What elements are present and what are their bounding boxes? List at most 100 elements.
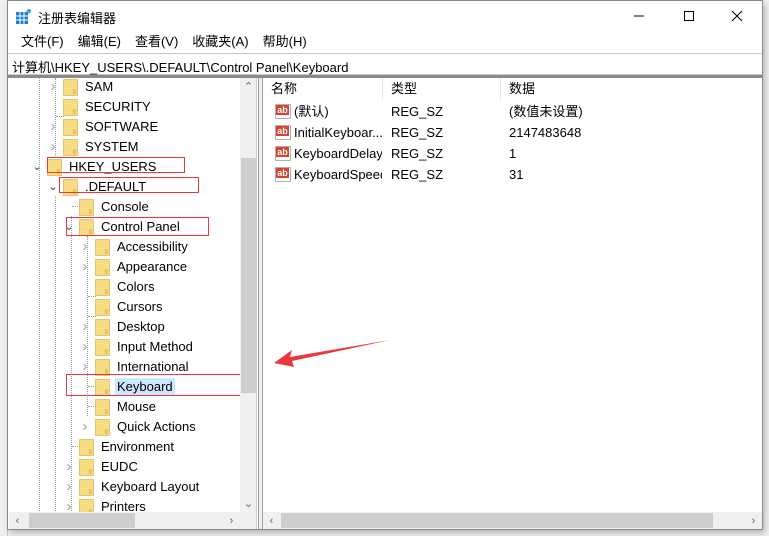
tree-item[interactable]: Console <box>63 196 151 216</box>
tree-item-label[interactable]: SAM <box>83 78 115 95</box>
tree-item[interactable]: Cursors <box>79 296 165 316</box>
tree-item-label[interactable]: Mouse <box>115 398 158 415</box>
maximize-button[interactable] <box>666 1 712 31</box>
tree-item-label[interactable]: Quick Actions <box>115 418 198 435</box>
value-row[interactable]: ab KeyboardSpeed REG_SZ 31 <box>263 164 762 185</box>
chevron-right-icon[interactable]: › <box>79 256 91 276</box>
tree-item[interactable]: › Accessibility <box>79 236 190 256</box>
chevron-right-icon[interactable]: › <box>47 78 59 96</box>
tree-item[interactable]: › EUDC <box>63 456 140 476</box>
tree-vertical-scrollbar[interactable]: ⌃ ⌄ <box>240 78 256 512</box>
chevron-right-icon[interactable]: › <box>79 236 91 256</box>
tree-item-label[interactable]: SOFTWARE <box>83 118 160 135</box>
tree-item-label[interactable]: SECURITY <box>83 98 153 115</box>
registry-values-list[interactable]: 名称 类型 数据 ab (默认) REG_SZ (数值未设置) ab InitialKey… <box>263 78 762 529</box>
tree-item-label[interactable]: Accessibility <box>115 238 190 255</box>
menu-favorites[interactable]: 收藏夹(A) <box>185 32 255 52</box>
value-row[interactable]: ab InitialKeyboar... REG_SZ 2147483648 <box>263 122 762 143</box>
tree-item-label[interactable]: Keyboard <box>115 377 175 395</box>
list-header: 名称 类型 数据 <box>263 78 762 100</box>
tree-item-label[interactable]: Environment <box>99 438 176 455</box>
tree-item-label[interactable]: EUDC <box>99 458 140 475</box>
tree-item-label[interactable]: Input Method <box>115 338 195 355</box>
list-horizontal-scroll-thumb[interactable] <box>281 513 713 528</box>
scroll-left-icon[interactable]: ‹ <box>9 512 26 529</box>
chevron-right-icon[interactable]: › <box>47 116 59 136</box>
tree-item[interactable]: Colors <box>79 276 157 296</box>
tree-item[interactable]: › Keyboard Layout <box>63 476 201 496</box>
chevron-right-icon[interactable]: › <box>79 416 91 436</box>
tree-horizontal-scrollbar[interactable]: ‹ › <box>9 512 240 529</box>
value-row[interactable]: ab KeyboardDelay REG_SZ 1 <box>263 143 762 164</box>
value-row[interactable]: ab (默认) REG_SZ (数值未设置) <box>263 101 762 122</box>
folder-icon <box>79 458 94 476</box>
tree-item-label[interactable]: Appearance <box>115 258 189 275</box>
tree-item[interactable]: › SYSTEM <box>47 136 140 156</box>
value-data: 2147483648 <box>509 125 582 140</box>
tree-item[interactable]: › Input Method <box>79 336 195 356</box>
chevron-right-icon[interactable]: › <box>63 476 75 496</box>
minimize-button[interactable] <box>616 1 662 31</box>
folder-icon <box>63 118 78 136</box>
tree-item-label[interactable]: Console <box>99 198 151 215</box>
tree-item-label[interactable]: Control Panel <box>99 218 182 235</box>
scroll-left-icon[interactable]: ‹ <box>263 512 280 529</box>
chevron-right-icon[interactable]: › <box>79 336 91 356</box>
tree-item-label[interactable]: .DEFAULT <box>83 178 148 195</box>
value-type: REG_SZ <box>391 146 444 161</box>
chevron-right-icon[interactable]: › <box>63 456 75 476</box>
folder-icon <box>95 398 110 416</box>
tree-item-label[interactable]: HKEY_USERS <box>67 158 158 175</box>
tree-item-label[interactable]: International <box>115 358 191 375</box>
tree-vertical-scroll-thumb[interactable] <box>241 158 256 393</box>
tree-item[interactable]: › SAM <box>47 78 115 96</box>
tree-item[interactable]: › Desktop <box>79 316 167 336</box>
value-type: REG_SZ <box>391 104 444 119</box>
scroll-up-icon[interactable]: ⌃ <box>240 78 256 95</box>
menu-bar: 文件(F) 编辑(E) 查看(V) 收藏夹(A) 帮助(H) <box>8 31 762 52</box>
close-button[interactable] <box>714 1 760 31</box>
registry-key-tree[interactable]: › SAM SECURITY › SOFTWARE › SYSTEM ⌄ HKEY_USERS ⌄… <box>9 78 257 529</box>
tree-item[interactable]: Environment <box>63 436 176 456</box>
scroll-right-icon[interactable]: › <box>745 512 762 529</box>
column-header-name[interactable]: 名称 <box>263 78 383 100</box>
tree-item-label[interactable]: Desktop <box>115 318 167 335</box>
menu-file[interactable]: 文件(F) <box>14 32 71 52</box>
tree-item-label[interactable]: SYSTEM <box>83 138 140 155</box>
folder-icon <box>95 258 110 276</box>
menu-view[interactable]: 查看(V) <box>128 32 185 52</box>
tree-item[interactable]: › SOFTWARE <box>47 116 160 136</box>
tree-item[interactable]: ⌄ Control Panel <box>63 216 182 236</box>
chevron-down-icon[interactable]: ⌄ <box>63 216 75 236</box>
chevron-down-icon[interactable]: ⌄ <box>31 156 43 176</box>
list-horizontal-scrollbar[interactable]: ‹ › <box>263 512 762 529</box>
menu-edit[interactable]: 编辑(E) <box>71 32 128 52</box>
string-value-icon: ab <box>275 125 291 140</box>
tree-item[interactable]: ⌄ .DEFAULT <box>47 176 148 196</box>
address-bar[interactable]: 计算机\HKEY_USERS\.DEFAULT\Control Panel\Ke… <box>8 53 762 75</box>
chevron-right-icon[interactable]: › <box>79 316 91 336</box>
tree-item[interactable]: ⌄ HKEY_USERS <box>31 156 158 176</box>
tree-item-label[interactable]: Colors <box>115 278 157 295</box>
column-header-type[interactable]: 类型 <box>383 78 501 100</box>
tree-horizontal-scroll-thumb[interactable] <box>29 513 135 528</box>
column-header-data[interactable]: 数据 <box>501 78 762 100</box>
tree-item[interactable]: Keyboard <box>79 376 175 396</box>
chevron-right-icon[interactable]: › <box>79 356 91 376</box>
address-path[interactable]: 计算机\HKEY_USERS\.DEFAULT\Control Panel\Ke… <box>12 57 348 76</box>
chevron-down-icon[interactable]: ⌄ <box>47 176 59 196</box>
tree-item[interactable]: › International <box>79 356 191 376</box>
tree-item[interactable]: SECURITY <box>47 96 153 116</box>
scroll-right-icon[interactable]: › <box>223 512 240 529</box>
chevron-right-icon[interactable]: › <box>47 136 59 156</box>
tree-item-label[interactable]: Keyboard Layout <box>99 478 201 495</box>
scroll-down-icon[interactable]: ⌄ <box>240 495 256 512</box>
tree-item-label[interactable]: Cursors <box>115 298 165 315</box>
tree-item[interactable]: Mouse <box>79 396 158 416</box>
menu-help[interactable]: 帮助(H) <box>256 32 314 52</box>
tree-item[interactable]: › Quick Actions <box>79 416 198 436</box>
tree-item[interactable]: › Appearance <box>79 256 189 276</box>
